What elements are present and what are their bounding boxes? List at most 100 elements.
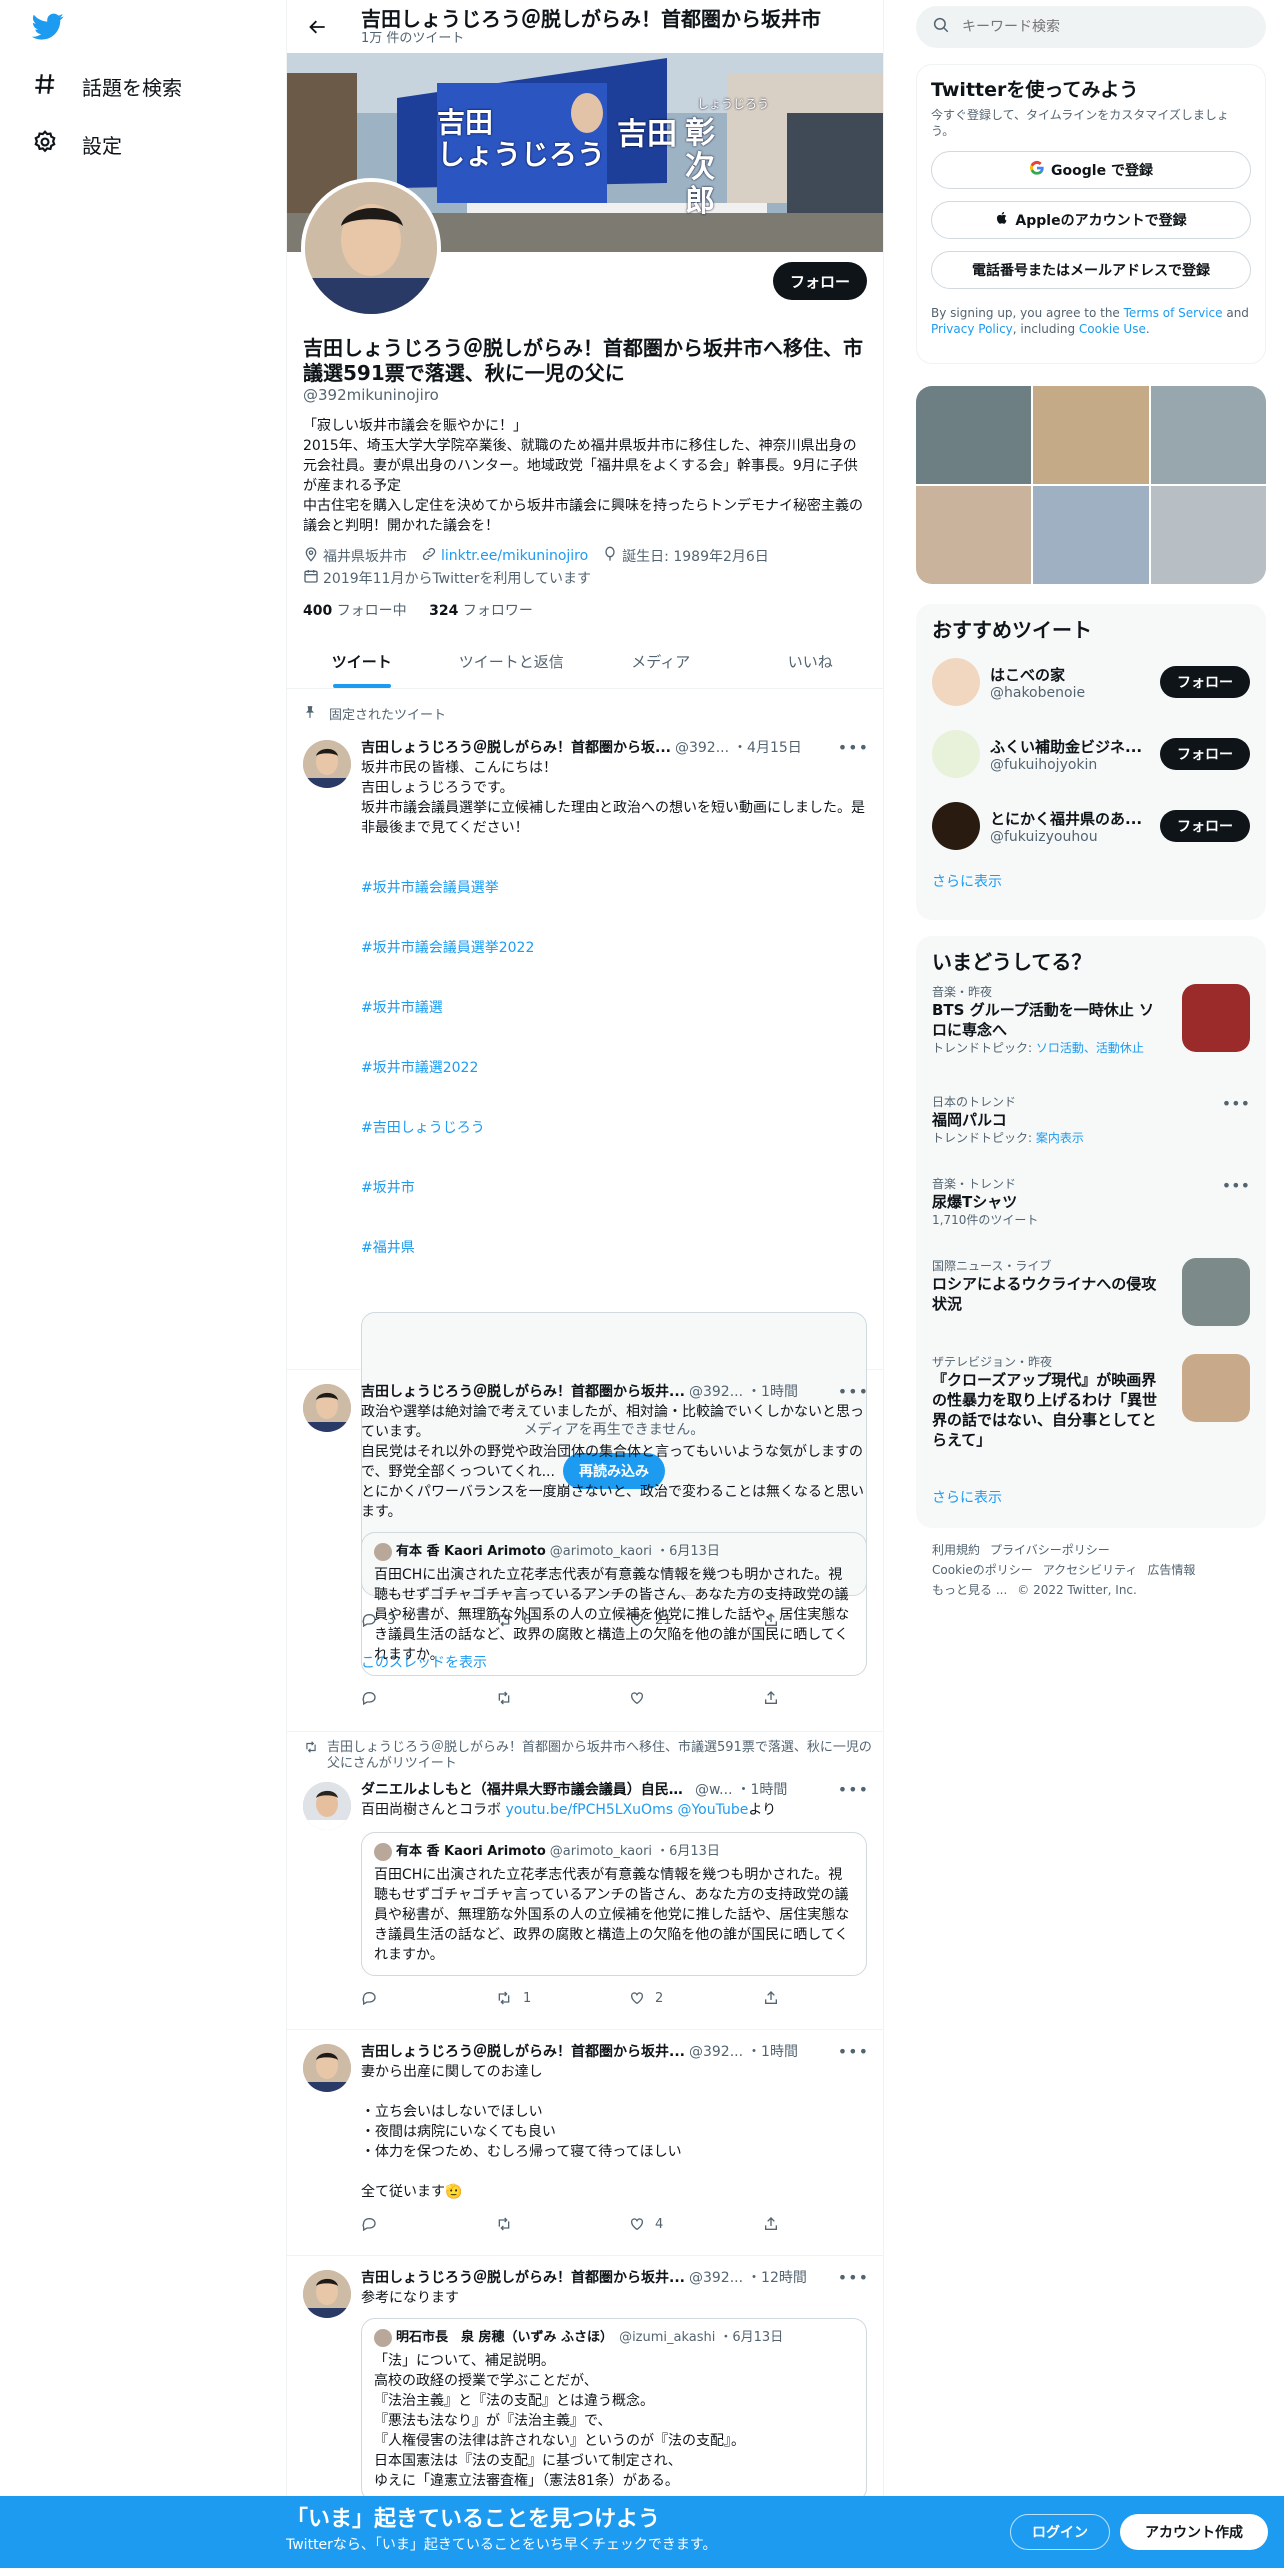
reply-button[interactable] [361,1690,495,1706]
tweet-author-name[interactable]: 吉田しょうじろう＠脱しがらみ！首都圏から坂井... [361,2268,685,2288]
tweet-author-name[interactable]: ダニエルよしもと（福井県大野市議会議員）自民党1... [361,1780,691,1800]
footer-link[interactable]: 利用規約 [932,1543,980,1557]
trend-sub-link[interactable]: 案内表示 [1036,1131,1084,1145]
reply-button[interactable] [361,1990,495,2006]
recs-show-more[interactable]: さらに表示 [932,862,1250,902]
quoted-tweet[interactable]: 明石市長 泉 房穂（いずみ ふさほ） @izumi_akashi ・6月13日 … [361,2318,867,2502]
hashtag-link[interactable]: #坂井市議会議員選挙2022 [361,938,871,958]
footer-link[interactable]: Cookieのポリシー [932,1563,1033,1577]
retweet-label[interactable]: 吉田しょうじろう＠脱しがらみ！首都圏から坂井市へ移住、市議選591票で落選、秋に… [327,1740,873,1772]
footer-link[interactable]: プライバシーポリシー [990,1543,1110,1557]
rec-follow-button[interactable]: フォロー [1160,738,1250,770]
trend-item[interactable]: 音楽・トレンド 尿爆Tシャツ 1,710件のツイート ••• [932,1176,1250,1252]
footer-link[interactable]: もっと見る ... [932,1583,1007,1597]
hashtag-link[interactable]: #坂井市 [361,1178,871,1198]
tweet-time[interactable]: ・1時間 [747,2042,798,2062]
twitter-logo-icon[interactable] [31,10,64,42]
footer-link[interactable]: アクセシビリティ [1043,1563,1138,1577]
retweet-button[interactable] [495,1690,629,1706]
reply-button[interactable] [361,2216,495,2232]
tweet-avatar[interactable] [303,2270,351,2318]
following-link[interactable]: 400 フォロー中 [303,603,407,619]
back-arrow-icon[interactable] [301,10,335,44]
tweet-author-name[interactable]: 吉田しょうじろう＠脱しがらみ！首都圏から坂井... [361,1382,685,1402]
followers-count: 324 [429,603,459,619]
media-thumbnail[interactable] [916,486,1032,584]
tab-media[interactable]: メディア [586,636,736,688]
media-thumbnail[interactable] [1150,386,1266,484]
privacy-link[interactable]: Privacy Policy [931,322,1013,336]
media-thumbnail[interactable] [1150,486,1266,584]
youtube-link[interactable]: youtu.be/fPCH5LXuOms [505,1802,673,1818]
profile-link[interactable]: linktr.ee/mikuninojiro [441,548,588,564]
apple-signup-button[interactable]: Appleのアカウントで登録 [931,201,1251,239]
retweet-button[interactable] [495,2216,629,2232]
tab-tweets[interactable]: ツイート [287,636,437,688]
rec-item[interactable]: ふくい補助金ビジネ... @fukuihojyokin フォロー [932,718,1250,790]
tab-tweets-replies[interactable]: ツイートと返信 [437,636,587,688]
retweet-button[interactable]: 1 [495,1990,629,2006]
rec-follow-button[interactable]: フォロー [1160,666,1250,698]
profile-avatar[interactable] [301,178,441,318]
share-button[interactable] [763,1990,789,2006]
media-thumbnail[interactable] [916,386,1032,484]
tweet-time[interactable]: ・4月15日 [733,738,802,758]
retweet-icon [498,1991,510,2005]
login-button[interactable]: ログイン [1010,2514,1110,2550]
trends-show-more[interactable]: さらに表示 [932,1478,1250,1518]
tweet[interactable]: ••• 吉田しょうじろう＠脱しがらみ！首都圏から坂井... @392... ・1… [287,1370,883,1732]
hashtag-link[interactable]: #吉田しょうじろう [361,1118,871,1138]
tweet-text-suffix: より [748,1802,777,1818]
trend-item[interactable]: 日本のトレンド 福岡パルコ トレンドトピック: 案内表示 ••• [932,1094,1250,1170]
tweet[interactable]: ••• 吉田しょうじろう＠脱しがらみ！首都圏から坂井... @392... ・1… [287,2030,883,2256]
tweet-pinned[interactable]: ••• 吉田しょうじろう＠脱しがらみ！首都圏から坂... @392... ・4月… [287,724,883,1671]
tweet-avatar[interactable] [303,2044,351,2092]
search-input[interactable] [962,19,1242,35]
phone-email-signup-button[interactable]: 電話番号またはメールアドレスで登録 [931,251,1251,289]
search-box[interactable] [916,6,1266,48]
like-button[interactable] [629,1690,763,1706]
more-icon[interactable]: ••• [1222,1094,1250,1113]
followers-link[interactable]: 324 フォロワー [429,603,533,619]
tweet-avatar[interactable] [303,1782,351,1830]
google-signup-button[interactable]: Google で登録 [931,151,1251,189]
cookie-link[interactable]: Cookie Use [1079,322,1146,336]
tab-likes[interactable]: いいね [736,636,884,688]
like-button[interactable]: 2 [629,1990,763,2006]
nav-settings[interactable]: 設定 [32,124,122,164]
tweet-author-name[interactable]: 吉田しょうじろう＠脱しがらみ！首都圏から坂井... [361,2042,685,2062]
trend-item[interactable]: ザテレビジョン・昨夜 『クローズアップ現代』が映画界の性暴力を取り上げるわけ「異… [932,1354,1250,1478]
tweet-retweeted[interactable]: 吉田しょうじろう＠脱しがらみ！首都圏から坂井市へ移住、市議選591票で落選、秋に… [287,1732,883,2030]
rec-item[interactable]: はこべの家 @hakobenoie フォロー [932,646,1250,718]
profile-follow-button[interactable]: フォロー [773,262,867,300]
quoted-tweet[interactable]: 有本 香 Kaori Arimoto @arimoto_kaori ・6月13日… [361,1832,867,1976]
nav-explore[interactable]: 話題を検索 [32,66,182,106]
media-thumbnail[interactable] [1033,486,1149,584]
trend-item[interactable]: 音楽・昨夜 BTS グループ活動を一時休止 ソロに専念へ トレンドトピック: ソ… [932,984,1250,1088]
like-button[interactable]: 4 [629,2216,763,2232]
tweet-time[interactable]: ・1時間 [747,1382,798,1402]
hashtag-link[interactable]: #福井県 [361,1238,871,1258]
media-thumbnail[interactable] [1033,386,1149,484]
terms-link[interactable]: Terms of Service [1124,306,1223,320]
share-button[interactable] [763,2216,789,2232]
hashtag-link[interactable]: #坂井市議選 [361,998,871,1018]
more-icon[interactable]: ••• [1222,1176,1250,1195]
tweet-author-name[interactable]: 吉田しょうじろう＠脱しがらみ！首都圏から坂... [361,738,671,758]
tweet-time[interactable]: ・1時間 [737,1780,788,1800]
tweet-time[interactable]: ・12時間 [747,2268,807,2288]
footer-link[interactable]: 広告情報 [1147,1563,1195,1577]
hashtag-link[interactable]: #坂井市議会議員選挙 [361,878,871,898]
mention-link[interactable]: @YouTube [673,1802,748,1818]
share-button[interactable] [763,1690,789,1706]
hashtag-link[interactable]: #坂井市議選2022 [361,1058,871,1078]
rec-item[interactable]: とにかく福井県のあ... @fukuizyouhou フォロー [932,790,1250,862]
trend-sub-link[interactable]: ソロ活動、活動休止 [1036,1041,1144,1055]
quoted-tweet[interactable]: 有本 香 Kaori Arimoto @arimoto_kaori ・6月13日… [361,1532,867,1676]
create-account-button[interactable]: アカウント作成 [1120,2514,1268,2550]
trends-card: いまどうしてる？ 音楽・昨夜 BTS グループ活動を一時休止 ソロに専念へ トレ… [916,936,1266,1528]
tweet-avatar[interactable] [303,1384,351,1432]
tweet-avatar[interactable] [303,740,351,788]
rec-follow-button[interactable]: フォロー [1160,810,1250,842]
trend-item[interactable]: 国際ニュース・ライブ ロシアによるウクライナへの侵攻状況 [932,1258,1250,1348]
